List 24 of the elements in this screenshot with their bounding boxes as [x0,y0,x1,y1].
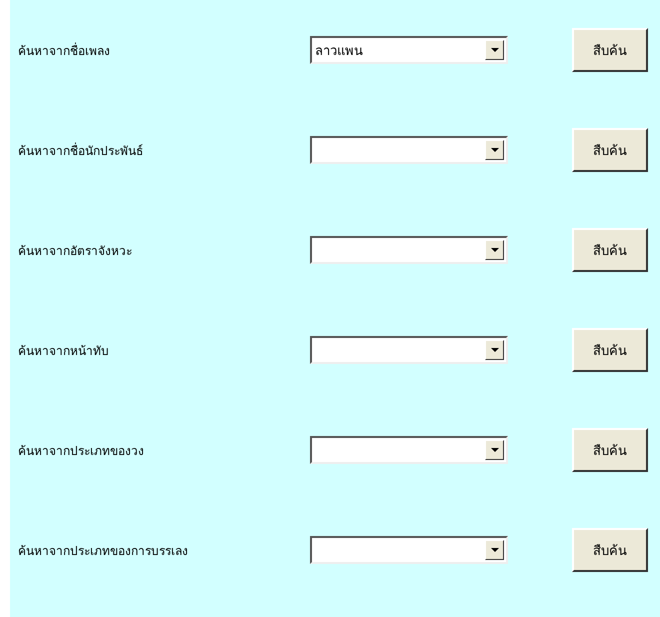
dropdown-field[interactable] [310,336,508,364]
caret-icon[interactable] [485,440,504,460]
dropdown-field[interactable] [310,436,508,464]
dropdown-field[interactable] [310,536,508,564]
field-label: ค้นหาจากประเภทของการบรรเลง [17,542,189,560]
dropdown-field[interactable]: ลาวแพน [310,36,508,64]
search-button[interactable]: สืบค้น [572,228,648,272]
caret-icon[interactable] [485,340,504,360]
search-button[interactable]: สืบค้น [572,528,648,572]
caret-icon[interactable] [485,40,504,60]
field-label: ค้นหาจากหน้าทับ [17,342,110,360]
search-button[interactable]: สืบค้น [572,128,648,172]
field-label: ค้นหาจากชื่อนักประพันธ์ [17,142,144,160]
search-button[interactable]: สืบค้น [572,328,648,372]
caret-icon[interactable] [485,240,504,260]
caret-icon[interactable] [485,540,504,560]
dropdown-field[interactable] [310,236,508,264]
search-button[interactable]: สืบค้น [572,428,648,472]
field-label: ค้นหาจากประเภทของวง [17,442,145,460]
field-label: ค้นหาจากอัตราจังหวะ [17,242,133,260]
field-label: ค้นหาจากชื่อเพลง [17,42,111,60]
caret-icon[interactable] [485,140,504,160]
dropdown-field[interactable] [310,136,508,164]
search-button[interactable]: สืบค้น [572,28,648,72]
